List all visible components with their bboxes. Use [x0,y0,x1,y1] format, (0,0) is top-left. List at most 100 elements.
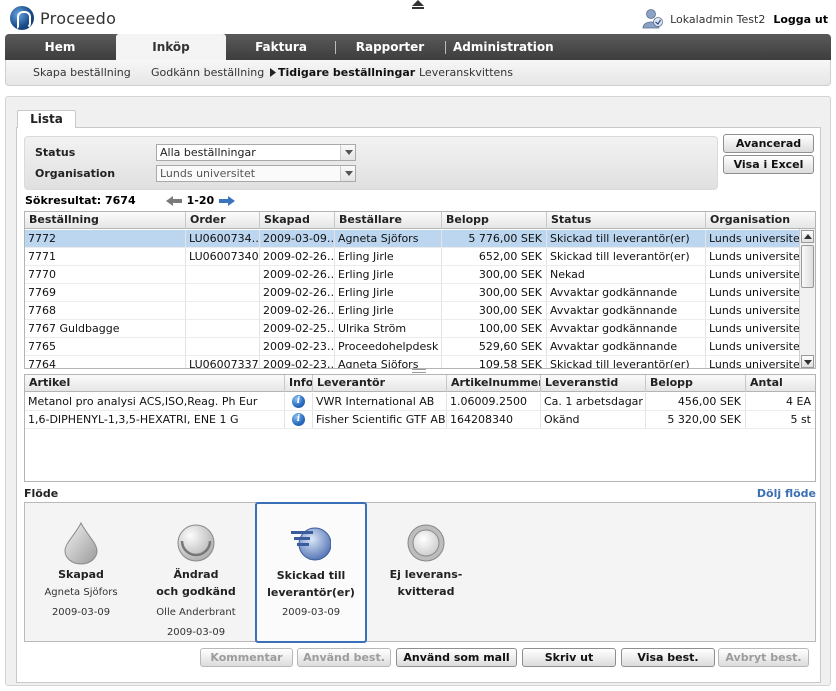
table-row[interactable]: 7770 2009-02-26… Erling Jirle 300,00 SEK Nek… [25,266,801,284]
table-row[interactable]: 7771 LU06007340 2009-02-26… Erling Jirle 652… [25,248,801,266]
table-cell: Avvaktar godkännande [547,284,706,301]
show-order-button[interactable]: Visa best. [621,648,715,667]
user-area: Lokaladmin Test2 Logga ut [642,8,828,30]
collapse-up-icon[interactable] [411,0,425,10]
article-row[interactable]: 1,6-DIPHENYL-1,3,5-HEXATRI, ENE 1 G i Fish… [25,411,815,429]
col-header-artikel[interactable]: Artikel [25,375,285,392]
flow-label: Flöde [24,487,59,500]
table-row[interactable]: 7764 LU06007337 2009-02-23… Agneta Sjöfors 1… [25,356,801,368]
table-cell: Lunds universitet [706,284,801,301]
table-row[interactable]: 7769 2009-02-26… Erling Jirle 300,00 SEK Avv… [25,284,801,302]
print-button[interactable]: Skriv ut [522,648,616,667]
hide-flow-link[interactable]: Dölj flöde [757,487,816,500]
table-row[interactable]: 7768 2009-02-26… Erling Jirle 300,00 SEK Avv… [25,302,801,320]
user-icon [642,9,663,29]
info-icon[interactable]: i [292,412,305,426]
table-cell: Nekad [547,266,706,283]
subnav-tidigare-bestallningar[interactable]: Tidigare beställningar [278,60,415,85]
col-header-info[interactable]: Info [285,375,313,392]
col-header-order[interactable]: Order [186,212,260,229]
col-header-bestallning[interactable]: Beställning [25,212,186,229]
col-header-organisation[interactable]: Organisation [706,212,815,229]
flow-step-approved: Ändrad och godkänd Olle Anderbrant 2009-… [140,503,252,643]
tab-lista[interactable]: Lista [17,110,76,128]
nav-tab-faktura[interactable]: Faktura [241,34,321,60]
col-header-skapad[interactable]: Skapad [260,212,335,229]
flow-step-date: 2009-03-09 [166,627,226,638]
table-cell: Fisher Scientific GTF AB [313,411,447,428]
organisation-select[interactable]: Lunds universitet [156,165,356,182]
use-as-template-button[interactable]: Använd som mall [396,648,517,667]
main-nav: Hem Inköp Faktura Rapporter Administrati… [5,34,831,60]
table-cell: 2009-02-26… [260,284,335,301]
status-select-value: Alla beställningar [160,146,256,159]
scroll-up-icon[interactable] [801,230,814,243]
advanced-search-button[interactable]: Avancerad sök [723,134,814,167]
subnav-leveranskvittens[interactable]: Leveranskvittens [419,60,513,85]
use-order-button[interactable]: Använd best. [297,648,391,667]
article-row[interactable]: Metanol pro analysi ACS,ISO,Reag. Ph Eur… [25,393,815,411]
comment-button[interactable]: Kommentar [200,648,293,667]
arrow-right-icon[interactable] [219,195,236,206]
col-header-artikelnummer[interactable]: Artikelnummer [447,375,541,392]
table-cell: 5 st [746,411,815,428]
cancel-order-button[interactable]: Avbryt best. [718,648,809,667]
col-header-antal[interactable]: Antal [746,375,815,392]
logout-link[interactable]: Logga ut [773,13,828,26]
col-header-leverantor[interactable]: Leverantör [313,375,447,392]
scroll-thumb[interactable] [801,245,814,288]
table-cell: 7764 [25,356,186,368]
flow-step-created: Skapad Agneta Sjöfors 2009-03-09 [25,503,137,643]
table-row[interactable]: 7767 Guldbagge 2009-02-25… Ulrika Ström 100… [25,320,801,338]
articles-table: Artikel Info Leverantör Artikelnummer Le… [24,374,816,482]
table-cell: 100,00 SEK [442,320,547,337]
table-cell: 7765 [25,338,186,355]
table-cell: Avvaktar godkännande [547,338,706,355]
table-cell: 4 EA [746,393,815,410]
col-header-bestallare[interactable]: Beställare [335,212,442,229]
table-row[interactable]: 7772 LU0600734… 2009-03-09… Agneta Sjöfors 5… [25,230,801,248]
nav-tab-administration[interactable]: Administration [453,34,554,60]
flow-step-line2: och godkänd [156,585,236,598]
table-cell: Avvaktar godkännande [547,302,706,319]
table-cell: 7771 [25,248,186,265]
table-cell: Erling Jirle [335,302,442,319]
nav-tab-hem[interactable]: Hem [20,34,100,60]
proceedo-logo[interactable]: Proceedo [10,5,116,31]
show-in-excel-button[interactable]: Visa i Excel [723,155,814,174]
status-label: Status [35,146,76,159]
flow-step-line2: kvitterad [397,585,455,598]
col-header-status[interactable]: Status [547,212,706,229]
table-cell: 2009-02-26… [260,266,335,283]
table-cell: Erling Jirle [335,284,442,301]
status-select[interactable]: Alla beställningar [156,144,356,161]
subnav-godkann-bestallning[interactable]: Godkänn beställning [151,60,264,85]
smile-circle-icon [177,524,215,562]
col-header-leveranstid[interactable]: Leveranstid [541,375,646,392]
col-header-belopp[interactable]: Belopp [646,375,746,392]
col-header-belopp[interactable]: Belopp [442,212,547,229]
nav-tab-inkop[interactable]: Inköp [116,34,226,60]
table-cell: LU0600734… [186,230,260,247]
splitter-handle[interactable] [412,369,426,373]
table-cell: Lunds universitet [706,338,801,355]
arrow-left-icon[interactable] [165,195,182,206]
proceedo-logo-icon [10,6,34,30]
table-cell: Skickad till leverantör(er) [547,248,706,265]
organisation-select-value: Lunds universitet [160,167,256,180]
info-icon[interactable]: i [292,394,305,408]
scroll-down-icon[interactable] [801,355,814,368]
subnav-skapa-bestallning[interactable]: Skapa beställning [33,60,131,85]
table-row[interactable]: 7765 2009-02-23… Proceedohelpdesk … 529,60 … [25,338,801,356]
nav-tab-rapporter[interactable]: Rapporter [349,34,431,60]
flow-step-person: Agneta Sjöfors [44,587,118,598]
table-cell: Okänd [541,411,646,428]
filter-box: Status Alla beställningar Organisation L… [24,136,718,190]
flow-box: Skapad Agneta Sjöfors 2009-03-09 Ändrad … [24,502,816,643]
ring-icon [407,524,445,562]
table-cell: 5 320,00 SEK [646,411,746,428]
orders-scrollbar[interactable] [799,229,815,368]
table-cell: Lunds universitet [706,248,801,265]
table-cell: Skickad till leverantör(er) [547,230,706,247]
table-cell: Lunds universitet [706,356,801,368]
